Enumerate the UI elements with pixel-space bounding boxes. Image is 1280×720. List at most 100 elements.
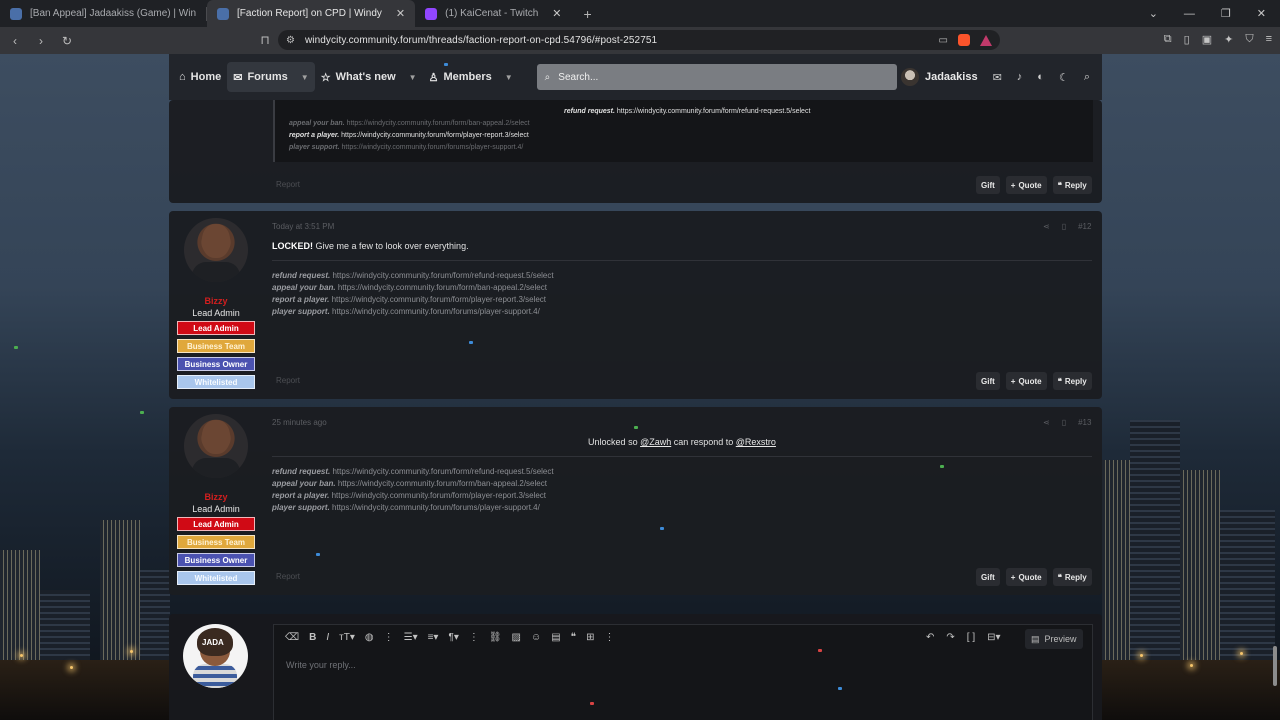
post-number[interactable]: #12: [1078, 222, 1091, 231]
user-menu[interactable]: Jadaakiss: [900, 68, 978, 86]
redo-icon[interactable]: ↷: [946, 632, 954, 643]
nav-members[interactable]: ♙ Members ▼: [423, 62, 519, 92]
restore-icon[interactable]: ❐: [1221, 7, 1231, 20]
signature-link[interactable]: https://windycity.community.forum/form/b…: [338, 283, 547, 292]
post-timestamp[interactable]: 25 minutes ago: [272, 418, 327, 427]
quote-line: report a player. https://windycity.commu…: [289, 132, 529, 139]
bookmark-icon[interactable]: ⊓: [258, 33, 272, 47]
nav-home[interactable]: ⌂ Home: [173, 62, 227, 92]
extensions-icon[interactable]: ⧉: [1164, 33, 1172, 46]
chevron-down-icon[interactable]: ▼: [409, 73, 417, 82]
signature-link[interactable]: https://windycity.community.forum/forums…: [332, 307, 540, 316]
search-input[interactable]: ⌕ Search...: [536, 64, 897, 90]
more-options-icon[interactable]: ⋮: [604, 632, 614, 643]
report-link[interactable]: Report: [276, 572, 300, 581]
inbox-icon[interactable]: ✉: [993, 71, 1002, 84]
quote-button[interactable]: + Quote: [1005, 176, 1047, 194]
tab-search-icon[interactable]: ⌄: [1149, 7, 1158, 20]
browser-tab-ban-appeal[interactable]: [Ban Appeal] Jadaakiss (Game) | Win: [0, 0, 206, 27]
gift-button[interactable]: Gift: [976, 568, 1000, 586]
brave-rewards-icon[interactable]: [980, 34, 992, 46]
back-icon[interactable]: ‹: [8, 34, 22, 48]
leo-ai-icon[interactable]: ✦: [1224, 33, 1233, 46]
italic-icon[interactable]: I: [326, 632, 329, 643]
bell-icon[interactable]: ♪: [1017, 71, 1023, 83]
text-size-icon[interactable]: тT▾: [339, 632, 355, 643]
nav-forums[interactable]: ✉ Forums ▼: [227, 62, 315, 92]
moon-icon[interactable]: ☾: [1059, 71, 1069, 84]
quote-button[interactable]: + Quote: [1005, 568, 1047, 586]
cast-icon[interactable]: ▭: [939, 35, 948, 46]
image-icon[interactable]: ▨: [512, 632, 521, 643]
eraser-icon[interactable]: ⌫: [285, 632, 299, 643]
post-author[interactable]: Bizzy: [176, 296, 256, 306]
badge-business-owner: Business Owner: [177, 357, 255, 371]
close-tab-icon[interactable]: ✕: [552, 7, 561, 20]
media-icon[interactable]: ▤: [551, 632, 560, 643]
signature-link[interactable]: https://windycity.community.forum/form/r…: [332, 271, 553, 280]
mention-link[interactable]: @Rexstro: [736, 437, 776, 447]
forward-icon[interactable]: ›: [34, 34, 48, 48]
close-tab-icon[interactable]: ✕: [396, 7, 405, 20]
new-tab-icon[interactable]: +: [572, 0, 604, 27]
signature-link[interactable]: https://windycity.community.forum/forums…: [332, 503, 540, 512]
palette-icon[interactable]: ◍: [365, 632, 374, 643]
gift-button[interactable]: Gift: [976, 372, 1000, 390]
undo-icon[interactable]: ↶: [926, 632, 934, 643]
url-text[interactable]: windycity.community.forum/threads/factio…: [305, 35, 657, 46]
nav-whats-new[interactable]: ☆ What's new ▼: [315, 62, 423, 92]
mention-link[interactable]: @Zawh: [640, 437, 671, 447]
bookmark-icon[interactable]: ▯: [1062, 418, 1066, 427]
share-icon[interactable]: ⋖: [1043, 222, 1050, 231]
browser-tab-faction-report[interactable]: [Faction Report] on CPD | Windy ✕: [207, 0, 416, 27]
chevron-down-icon[interactable]: ▼: [505, 73, 513, 82]
reply-button[interactable]: ❝ Reply: [1052, 372, 1092, 390]
browser-tab-twitch[interactable]: (1) KaiCenat - Twitch ✕: [415, 0, 571, 27]
confetti: [14, 346, 18, 349]
reply-button[interactable]: ❝ Reply: [1052, 176, 1092, 194]
signature-link[interactable]: https://windycity.community.forum/form/b…: [338, 479, 547, 488]
table-icon[interactable]: ⊞: [586, 632, 594, 643]
address-bar[interactable]: ⚙ windycity.community.forum/threads/fact…: [278, 30, 1000, 50]
page-scrollbar[interactable]: [1273, 646, 1277, 686]
toggle-icon[interactable]: ◐: [1037, 71, 1044, 83]
bookmark-icon[interactable]: ▯: [1062, 222, 1066, 231]
drafts-icon[interactable]: ⊟▾: [987, 632, 1000, 643]
vpn-icon[interactable]: ⛉: [1245, 33, 1253, 46]
emoji-icon[interactable]: ☺: [531, 632, 541, 643]
more-options-icon[interactable]: ⋮: [469, 632, 479, 643]
reload-icon[interactable]: ↻: [60, 34, 74, 48]
report-link[interactable]: Report: [276, 376, 300, 385]
chevron-down-icon[interactable]: ▼: [301, 73, 309, 82]
list-icon[interactable]: ☰▾: [404, 632, 418, 643]
post-number[interactable]: #13: [1078, 418, 1091, 427]
minimize-icon[interactable]: —: [1184, 8, 1195, 20]
site-info-icon[interactable]: ⚙: [286, 35, 295, 46]
preview-button[interactable]: ▤ Preview: [1025, 629, 1083, 649]
close-window-icon[interactable]: ✕: [1257, 7, 1266, 20]
avatar[interactable]: [184, 218, 248, 282]
toggle-bbcode-icon[interactable]: [ ]: [967, 632, 975, 643]
more-options-icon[interactable]: ⋮: [384, 632, 394, 643]
brave-shields-icon[interactable]: [958, 34, 970, 46]
bold-icon[interactable]: B: [309, 632, 316, 643]
search-icon[interactable]: ⌕: [1084, 71, 1090, 84]
menu-icon[interactable]: ≡: [1266, 33, 1272, 46]
signature-link[interactable]: https://windycity.community.forum/form/p…: [332, 295, 546, 304]
report-link[interactable]: Report: [276, 180, 300, 189]
quote-icon[interactable]: ❝: [571, 632, 576, 643]
align-icon[interactable]: ≡▾: [428, 632, 439, 643]
gift-button[interactable]: Gift: [976, 176, 1000, 194]
signature-link[interactable]: https://windycity.community.forum/form/r…: [332, 467, 553, 476]
post-timestamp[interactable]: Today at 3:51 PM: [272, 222, 334, 231]
post-author[interactable]: Bizzy: [176, 492, 256, 502]
signature-link[interactable]: https://windycity.community.forum/form/p…: [332, 491, 546, 500]
share-icon[interactable]: ⋖: [1043, 418, 1050, 427]
paragraph-icon[interactable]: ¶▾: [448, 632, 458, 643]
wallet-icon[interactable]: ▣: [1202, 33, 1212, 46]
avatar[interactable]: [184, 414, 248, 478]
sidebar-icon[interactable]: ▯: [1184, 33, 1190, 46]
link-icon[interactable]: ⛓: [489, 632, 502, 643]
reply-button[interactable]: ❝ Reply: [1052, 568, 1092, 586]
quote-button[interactable]: + Quote: [1005, 372, 1047, 390]
